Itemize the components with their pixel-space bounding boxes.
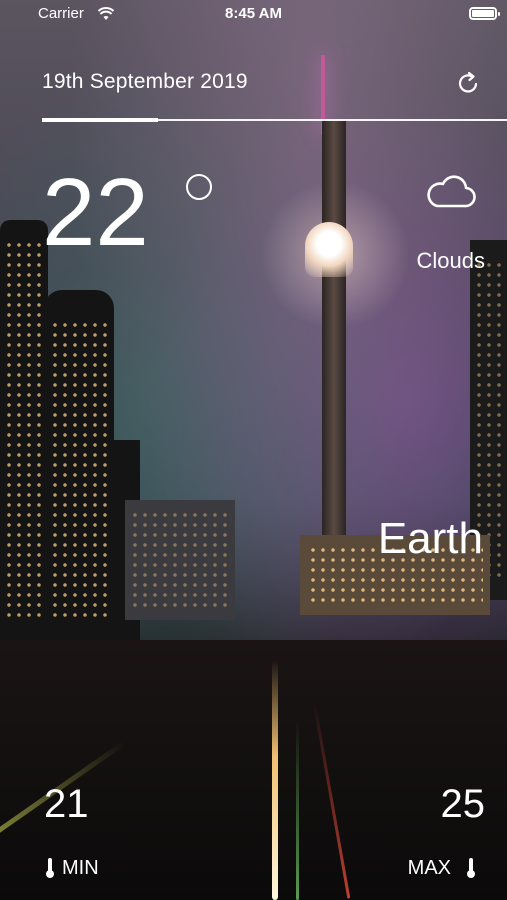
min-label: MIN [62,856,99,879]
cloud-icon [427,175,476,208]
light-trail [272,660,278,900]
building-windows [130,510,230,610]
tower-shaft [322,120,346,540]
location-label: Earth [377,514,483,563]
thermometer-icon [46,858,54,878]
battery-icon [469,7,500,20]
degree-symbol [186,174,212,200]
refresh-icon[interactable] [456,70,482,96]
condition-label: Clouds [416,248,485,273]
date-label: 19th September 2019 [42,70,248,93]
building [125,500,235,620]
current-temperature: 22 [42,159,149,266]
max-temperature: 25 [440,782,486,826]
light-trail [312,701,351,899]
min-label-group: MIN [44,856,99,880]
building [44,290,114,650]
status-time: 8:45 AM [225,5,282,22]
building [0,220,48,650]
building-windows [4,240,44,620]
min-temperature: 21 [44,782,89,826]
status-bar: Carrier 8:45 AM [0,0,507,30]
building-windows [50,320,108,620]
light-trail [296,720,299,900]
thermometer-icon [467,858,475,878]
tower-glow [260,180,410,330]
progress-bar [42,118,507,122]
background-photo [0,0,507,900]
max-label-group: MAX [408,856,477,880]
max-label: MAX [407,856,451,879]
tower-pod [305,222,353,277]
progress-fill [42,118,159,122]
building [112,440,140,650]
date-header: 19th September 2019 [42,70,482,100]
